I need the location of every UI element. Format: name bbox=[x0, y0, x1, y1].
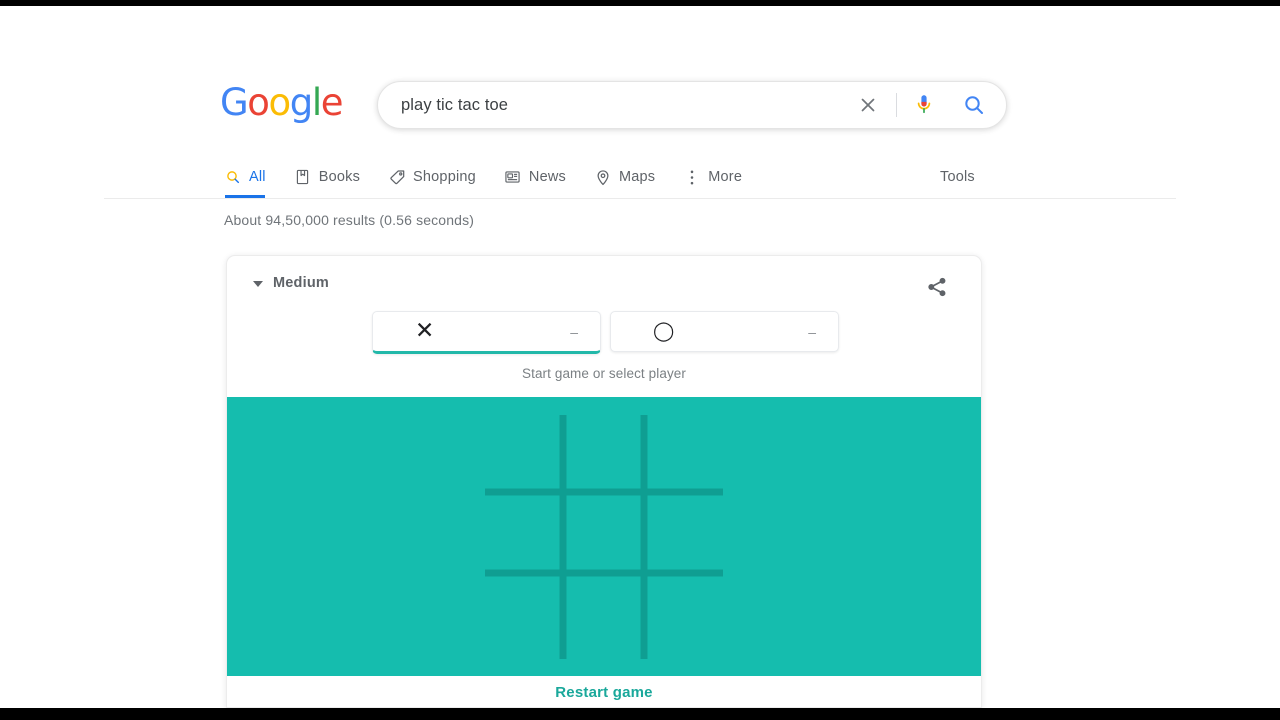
player-x-button[interactable]: ✕ – bbox=[372, 311, 601, 354]
restart-game-button[interactable]: Restart game bbox=[555, 684, 652, 701]
tic-tac-toe-card: Medium ✕ – ◯ – Start game or select play… bbox=[226, 255, 982, 708]
game-board[interactable] bbox=[227, 397, 981, 676]
player-selector: ✕ – ◯ – bbox=[372, 311, 839, 354]
more-vertical-icon bbox=[683, 168, 701, 186]
tag-icon bbox=[388, 168, 406, 186]
letterbox-bottom bbox=[0, 708, 1280, 720]
book-icon bbox=[294, 168, 312, 186]
result-stats: About 94,50,000 results (0.56 seconds) bbox=[224, 212, 475, 228]
close-icon[interactable] bbox=[851, 88, 885, 122]
player-x-score: – bbox=[570, 323, 578, 340]
tools-button[interactable]: Tools bbox=[940, 158, 975, 196]
share-icon[interactable] bbox=[925, 275, 951, 301]
divider bbox=[896, 93, 897, 117]
newspaper-icon bbox=[504, 168, 522, 186]
search-bar[interactable] bbox=[377, 81, 1007, 129]
o-mark-icon: ◯ bbox=[653, 320, 675, 342]
search-icon[interactable] bbox=[960, 91, 988, 119]
tab-label: News bbox=[528, 169, 566, 185]
game-hint-text: Start game or select player bbox=[521, 366, 687, 381]
tab-label: Shopping bbox=[413, 169, 476, 185]
tab-shopping[interactable]: Shopping bbox=[388, 156, 476, 196]
board-background bbox=[227, 397, 981, 676]
logo-letter: o bbox=[247, 81, 270, 124]
logo-letter: l bbox=[311, 81, 322, 124]
tabs-divider bbox=[104, 198, 1176, 199]
tab-label: All bbox=[249, 169, 266, 185]
difficulty-selector[interactable]: Medium bbox=[253, 275, 329, 291]
browser-screenshot: Google play tic tac toe All Books Shoppi… bbox=[0, 0, 1280, 720]
search-header: Google play tic tac toe All Books Shoppi… bbox=[0, 6, 1280, 199]
tab-books[interactable]: Books bbox=[294, 156, 360, 196]
google-logo[interactable]: Google bbox=[220, 80, 344, 126]
player-o-score: – bbox=[808, 323, 816, 340]
board-grid[interactable] bbox=[227, 397, 981, 676]
logo-letter: G bbox=[220, 81, 249, 124]
map-pin-icon bbox=[594, 168, 612, 186]
difficulty-label: Medium bbox=[273, 275, 329, 291]
search-bar-actions bbox=[851, 82, 1006, 128]
logo-letter: o bbox=[268, 81, 292, 124]
microphone-icon[interactable] bbox=[910, 90, 938, 120]
search-icon bbox=[224, 168, 242, 186]
logo-letter: g bbox=[289, 81, 313, 124]
tab-label: Maps bbox=[618, 169, 656, 185]
tab-all[interactable]: All bbox=[224, 156, 266, 198]
game-controls: Medium ✕ – ◯ – Start game or select play… bbox=[227, 256, 981, 397]
tab-label: Books bbox=[318, 169, 361, 185]
tab-label: More bbox=[708, 169, 743, 185]
tab-news[interactable]: News bbox=[504, 156, 566, 196]
search-tabs: All Books Shopping News Maps More Tools bbox=[0, 156, 1280, 198]
chevron-down-icon bbox=[253, 281, 263, 287]
logo-letter: e bbox=[320, 81, 344, 124]
tab-maps[interactable]: Maps bbox=[594, 156, 655, 196]
x-mark-icon: ✕ bbox=[415, 318, 435, 344]
search-input[interactable] bbox=[378, 95, 851, 115]
game-footer: Restart game bbox=[227, 676, 981, 707]
player-o-button[interactable]: ◯ – bbox=[610, 311, 839, 352]
tab-more[interactable]: More bbox=[683, 156, 742, 196]
